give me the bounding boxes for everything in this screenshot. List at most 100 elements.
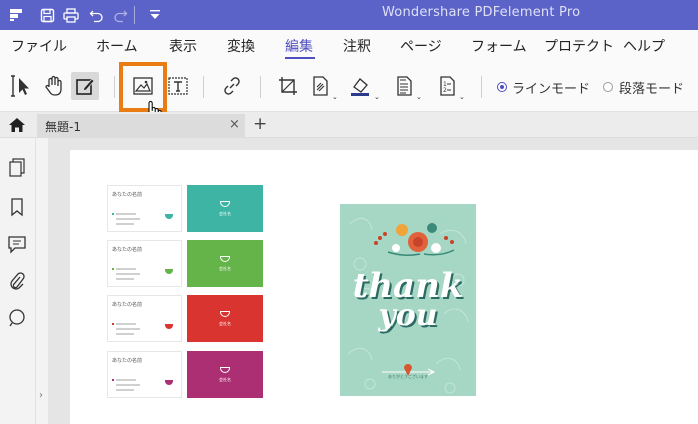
card-brand: 会社名 xyxy=(219,210,231,216)
card-brand: 会社名 xyxy=(219,376,231,382)
card-name: あなたの名前 xyxy=(112,192,143,198)
svg-text:2: 2 xyxy=(443,87,447,94)
titlebar-separator xyxy=(134,6,135,24)
card-name: あなたの名前 xyxy=(112,358,143,364)
watermark-icon[interactable] xyxy=(306,72,334,100)
new-tab-icon[interactable]: + xyxy=(253,114,267,134)
tab-untitled-1[interactable]: 無題-1 × xyxy=(37,114,245,138)
bookmark-icon[interactable] xyxy=(7,197,27,217)
menu-annotate[interactable]: 注釈 xyxy=(343,36,371,56)
card-logo xyxy=(220,366,230,373)
menu-file[interactable]: ファイル xyxy=(11,36,67,56)
card-text-line xyxy=(116,328,140,330)
sidebar-expand-icon[interactable]: › xyxy=(39,390,43,401)
toolbar-separator xyxy=(114,76,115,98)
edit-text-icon[interactable] xyxy=(71,72,99,100)
business-card-front: あなたの名前 xyxy=(107,295,182,342)
card-logo xyxy=(165,269,173,274)
bates-dropdown-icon[interactable]: ⌄ xyxy=(459,93,465,101)
card-brand: 会社名 xyxy=(219,265,231,271)
undo-icon[interactable] xyxy=(88,7,104,23)
attachment-icon[interactable] xyxy=(7,271,27,291)
line-mode-radio[interactable] xyxy=(497,82,507,92)
hand-icon[interactable] xyxy=(40,72,68,100)
thank-you-footer: ありがとうございます xyxy=(388,374,428,379)
toolbar-separator xyxy=(481,76,482,98)
thank-you-card: thank you ありがとうございます xyxy=(340,204,476,396)
card-text-line xyxy=(116,379,136,381)
save-icon[interactable] xyxy=(39,7,55,23)
card-name: あなたの名前 xyxy=(112,247,143,253)
close-tab-icon[interactable]: × xyxy=(229,117,240,132)
edit-toolbar: ⌄ ⌄ ⌄ 12 ⌄ ラインモード 段落モード xyxy=(0,60,698,112)
window-title: Wondershare PDFelement Pro xyxy=(382,5,581,20)
document-tab-bar: 無題-1 × + xyxy=(0,112,698,138)
card-text-line xyxy=(116,333,134,335)
active-menu-indicator xyxy=(285,57,315,59)
card-text-line xyxy=(116,323,136,325)
card-text-line xyxy=(116,218,140,220)
toolbar-separator xyxy=(203,76,204,98)
menu-form[interactable]: フォーム xyxy=(471,36,527,56)
watermark-dropdown-icon[interactable]: ⌄ xyxy=(332,93,338,101)
card-logo xyxy=(165,214,173,219)
card-logo xyxy=(165,324,173,329)
paragraph-mode-radio[interactable] xyxy=(603,82,613,92)
background-icon[interactable] xyxy=(346,72,374,100)
select-cursor-icon[interactable] xyxy=(8,72,36,100)
menu-help[interactable]: ヘルプ xyxy=(623,36,665,56)
quick-access-dropdown-icon[interactable] xyxy=(147,7,163,23)
card-logo xyxy=(220,310,230,317)
menu-edit[interactable]: 編集 xyxy=(285,36,313,56)
add-text-box-icon[interactable] xyxy=(164,72,192,100)
business-card-back: 会社名 xyxy=(187,295,263,342)
menu-convert[interactable]: 変換 xyxy=(227,36,255,56)
card-accent-dot xyxy=(112,268,114,270)
card-text-line xyxy=(116,389,134,391)
card-accent-dot xyxy=(112,213,114,215)
search-icon[interactable] xyxy=(7,308,27,328)
card-text-line xyxy=(116,273,140,275)
card-accent-dot xyxy=(112,379,114,381)
crop-icon[interactable] xyxy=(274,72,302,100)
left-sidebar xyxy=(0,138,36,424)
menu-page[interactable]: ページ xyxy=(400,36,442,56)
title-bar: Wondershare PDFelement Pro xyxy=(0,0,698,30)
card-text-line xyxy=(116,384,140,386)
card-text-line xyxy=(116,268,136,270)
print-icon[interactable] xyxy=(63,7,79,23)
card-logo xyxy=(220,255,230,262)
business-card-front: あなたの名前 xyxy=(107,185,182,232)
bates-numbering-icon[interactable]: 12 xyxy=(433,72,461,100)
header-footer-dropdown-icon[interactable]: ⌄ xyxy=(416,93,422,101)
card-brand: 会社名 xyxy=(219,320,231,326)
page-thumbnails-icon[interactable] xyxy=(7,158,27,178)
home-icon[interactable] xyxy=(8,116,26,134)
card-text-line xyxy=(116,213,136,215)
business-card-back: 会社名 xyxy=(187,185,263,232)
tab-title: 無題-1 xyxy=(45,120,81,134)
card-name: あなたの名前 xyxy=(112,302,143,308)
link-icon[interactable] xyxy=(218,72,246,100)
toolbar-separator xyxy=(260,76,261,98)
menu-home[interactable]: ホーム xyxy=(96,36,138,56)
card-accent-dot xyxy=(112,323,114,325)
card-logo xyxy=(220,200,230,207)
paragraph-mode-label[interactable]: 段落モード xyxy=(619,78,684,97)
card-text-line xyxy=(116,223,134,225)
menu-protect[interactable]: プロテクト xyxy=(544,36,614,56)
background-dropdown-icon[interactable]: ⌄ xyxy=(374,93,380,101)
menu-bar: ファイル ホーム 表示 変換 編集 注釈 ページ フォーム プロテクト ヘルプ xyxy=(0,30,698,60)
card-logo xyxy=(165,380,173,385)
business-card-back: 会社名 xyxy=(187,240,263,287)
business-card-back: 会社名 xyxy=(187,351,263,398)
comment-icon[interactable] xyxy=(7,234,27,254)
redo-icon[interactable] xyxy=(112,7,128,23)
thank-you-line2: you xyxy=(378,298,438,333)
header-footer-icon[interactable] xyxy=(390,72,418,100)
card-text-line xyxy=(116,278,134,280)
business-card-front: あなたの名前 xyxy=(107,240,182,287)
line-mode-label[interactable]: ラインモード xyxy=(512,78,590,97)
menu-view[interactable]: 表示 xyxy=(169,36,197,56)
app-menu-icon[interactable] xyxy=(8,7,24,23)
